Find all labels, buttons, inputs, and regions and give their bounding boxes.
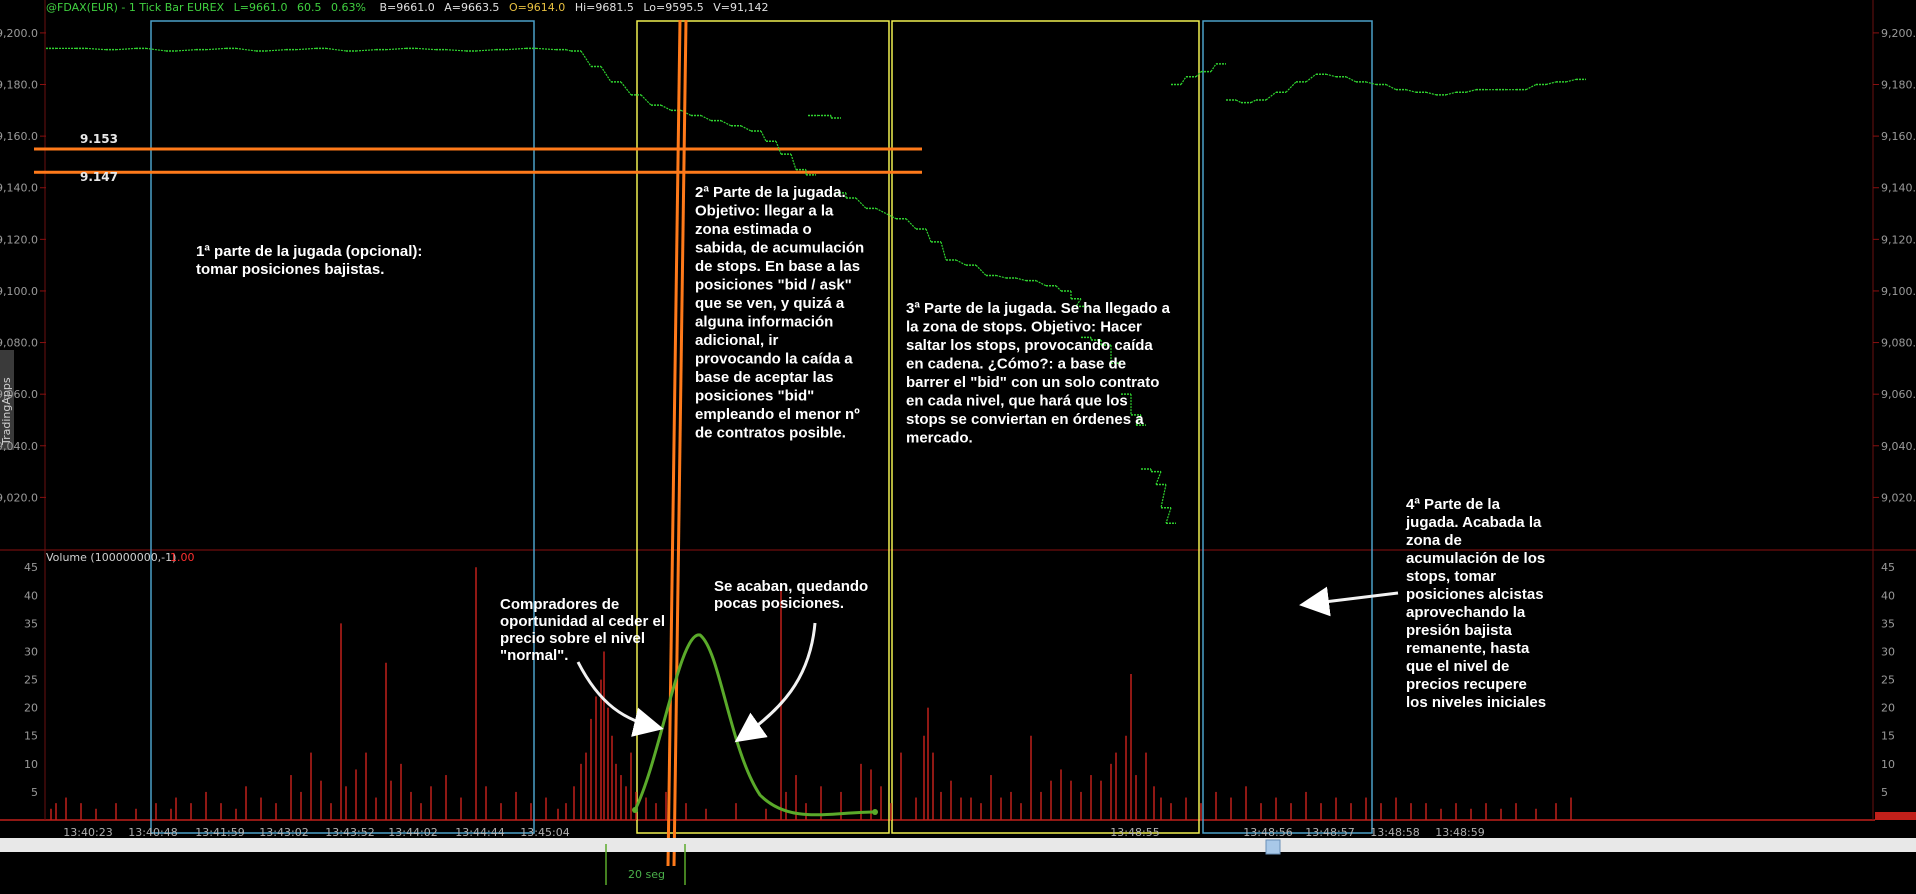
price-ytick-label-left: 9,080.0 (0, 337, 38, 350)
time-tick-label: 13:48:59 (1435, 826, 1484, 839)
price-level-label: 9.147 (80, 170, 118, 184)
header-bar: @FDAX(EUR) - 1 Tick Bar EUREX L=9661.0 6… (46, 1, 768, 14)
price-ytick-label-right: 9,060.0 (1881, 388, 1916, 401)
volume-ytick-label-right: 10 (1881, 758, 1895, 771)
volume-ytick-label-right: 25 (1881, 674, 1895, 687)
volume-ytick-label-left: 45 (24, 561, 38, 574)
time-tick-label: 13:41:59 (195, 826, 244, 839)
volume-ytick-label-left: 5 (31, 786, 38, 799)
header-hi: Hi=9681.5 (575, 1, 634, 14)
trading-chart: @FDAX(EUR) - 1 Tick Bar EUREX L=9661.0 6… (0, 0, 1916, 889)
volume-scale-marker (1875, 812, 1916, 820)
header-last: L=9661.0 (234, 1, 288, 14)
volume-ytick-label-right: 30 (1881, 645, 1895, 658)
volume-ytick-label-left: 15 (24, 730, 38, 743)
annotation-part3: 3ª Parte de la jugada. Se ha llegado a l… (906, 300, 1174, 447)
price-ytick-label-right: 9,100.0 (1881, 285, 1916, 298)
time-tick-label: 13:48:58 (1370, 826, 1419, 839)
volume-ytick-label-left: 10 (24, 758, 38, 771)
header-symbol: @FDAX(EUR) - 1 Tick Bar EUREX (46, 1, 225, 14)
header-open: O=9614.0 (509, 1, 565, 14)
price-ytick-label-left: 9,160.0 (0, 130, 38, 143)
volume-scale-value: 1.00 (170, 551, 195, 564)
scrollbar-thumb[interactable] (1265, 839, 1281, 855)
volume-ytick-label-left: 20 (24, 702, 38, 715)
volume-ytick-label-right: 15 (1881, 730, 1895, 743)
volume-ytick-label-right: 40 (1881, 589, 1895, 602)
header-change: 60.5 (297, 1, 322, 14)
volume-ytick-label-right: 35 (1881, 617, 1895, 630)
volume-ytick-label-left: 25 (24, 674, 38, 687)
time-tick-label: 13:45:04 (520, 826, 569, 839)
header-vol: V=91,142 (713, 1, 768, 14)
volume-ytick-label-right: 45 (1881, 561, 1895, 574)
volume-ytick-label-left: 30 (24, 645, 38, 658)
price-ytick-label-right: 9,140.0 (1881, 182, 1916, 195)
time-tick-label: 13:44:44 (455, 826, 504, 839)
volume-ytick-label-left: 35 (24, 617, 38, 630)
price-ytick-label-left: 9,180.0 (0, 79, 38, 92)
duration-label: 20 seg (628, 868, 665, 881)
price-ytick-label-left: 9,140.0 (0, 182, 38, 195)
curve-start-dot (632, 807, 638, 813)
price-ytick-label-right: 9,040.0 (1881, 440, 1916, 453)
time-tick-label: 13:43:02 (259, 826, 308, 839)
price-ytick-label-left: 9,120.0 (0, 233, 38, 246)
volume-title: Volume (100000000,-1) (46, 551, 176, 564)
time-tick-label: 13:40:23 (63, 826, 112, 839)
volume-ytick-label-left: 40 (24, 589, 38, 602)
chart-canvas: @FDAX(EUR) - 1 Tick Bar EUREX L=9661.0 6… (0, 0, 1916, 889)
price-ytick-label-left: 9,200.0 (0, 27, 38, 40)
volume-ytick-label-right: 20 (1881, 702, 1895, 715)
time-tick-label: 13:44:02 (388, 826, 437, 839)
price-ytick-label-right: 9,080.0 (1881, 337, 1916, 350)
time-tick-label: 13:43:52 (325, 826, 374, 839)
price-level-label: 9.153 (80, 132, 118, 146)
time-tick-label: 13:40:48 (128, 826, 177, 839)
header-bid: B=9661.0 (379, 1, 434, 14)
price-ytick-label-left: 9,100.0 (0, 285, 38, 298)
annotation-part4: 4ª Parte de la jugada. Acabada la zona d… (1405, 496, 1549, 711)
price-ytick-label-right: 9,160.0 (1881, 130, 1916, 143)
price-ytick-label-right: 9,020.0 (1881, 491, 1916, 504)
time-scrollbar[interactable] (0, 838, 1916, 852)
price-ytick-label-left: 9,040.0 (0, 440, 38, 453)
time-tick-label: 13:48:57 (1305, 826, 1354, 839)
header-lo: Lo=9595.5 (643, 1, 703, 14)
price-ytick-label-right: 9,200.0 (1881, 27, 1916, 40)
time-tick-label: 13:48:56 (1243, 826, 1292, 839)
curve-end-dot (872, 809, 878, 815)
price-ytick-label-left: 9,060.0 (0, 388, 38, 401)
header-pct: 0.63% (331, 1, 366, 14)
price-ytick-label-left: 9,020.0 (0, 491, 38, 504)
price-ytick-label-right: 9,120.0 (1881, 233, 1916, 246)
price-ytick-label-right: 9,180.0 (1881, 79, 1916, 92)
volume-ytick-label-right: 5 (1881, 786, 1888, 799)
time-tick-label: 13:48:55 (1110, 826, 1159, 839)
header-ask: A=9663.5 (444, 1, 499, 14)
